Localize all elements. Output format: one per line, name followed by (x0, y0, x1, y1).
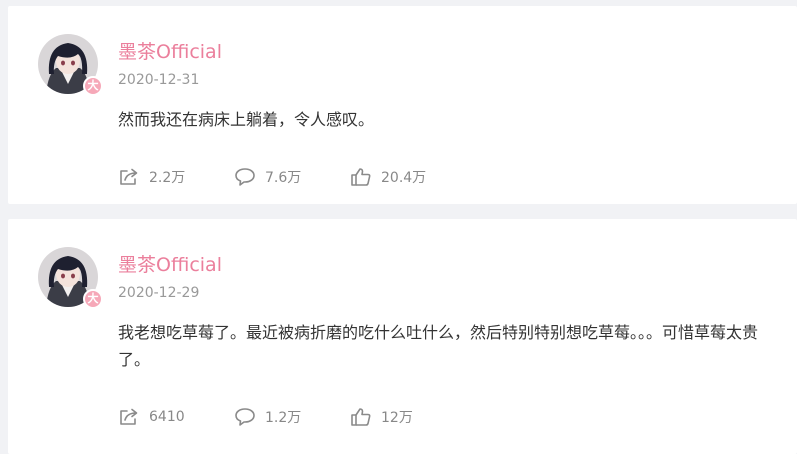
like-count: 20.4万 (381, 170, 427, 186)
like-count: 12万 (381, 410, 413, 426)
share-button[interactable]: 6410 (118, 407, 234, 427)
post-actions: 2.2万 7.6万 20.4万 (118, 165, 426, 189)
avatar[interactable]: 大 (38, 34, 103, 96)
post-content: 我老想吃草莓了。最近被病折磨的吃什么吐什么，然后特别特别想吃草莓。。。可惜草莓太… (118, 323, 759, 369)
share-icon (120, 408, 138, 425)
comment-count: 1.2万 (265, 410, 302, 426)
comment-icon (235, 168, 255, 186)
comment-icon (235, 408, 255, 426)
share-count: 6410 (149, 409, 185, 425)
comment-button[interactable]: 7.6万 (234, 167, 350, 187)
verified-badge: 大 (83, 289, 103, 309)
like-button[interactable]: 20.4万 (350, 167, 426, 187)
share-count: 2.2万 (149, 170, 186, 186)
post-date[interactable]: 2020-12-29 (118, 285, 199, 301)
verified-badge: 大 (83, 76, 103, 96)
like-icon (351, 408, 371, 426)
comment-count: 7.6万 (265, 170, 302, 186)
post-card: 大 墨茶Official 2020-12-31 然而我还在病床上躺着，令人感叹。… (8, 6, 797, 204)
post-actions: 6410 1.2万 12万 (118, 405, 413, 429)
post-content: 然而我还在病床上躺着，令人感叹。 (118, 110, 375, 129)
post-date[interactable]: 2020-12-31 (118, 72, 199, 88)
like-button[interactable]: 12万 (350, 407, 413, 427)
comment-button[interactable]: 1.2万 (234, 407, 350, 427)
username[interactable]: 墨茶Official (118, 37, 222, 64)
share-icon (120, 168, 138, 185)
post-card: 大 墨茶Official 2020-12-29 我老想吃草莓了。最近被病折磨的吃… (8, 219, 797, 454)
avatar[interactable]: 大 (38, 247, 103, 309)
share-button[interactable]: 2.2万 (118, 167, 234, 187)
like-icon (351, 168, 371, 186)
username[interactable]: 墨茶Official (118, 250, 222, 277)
